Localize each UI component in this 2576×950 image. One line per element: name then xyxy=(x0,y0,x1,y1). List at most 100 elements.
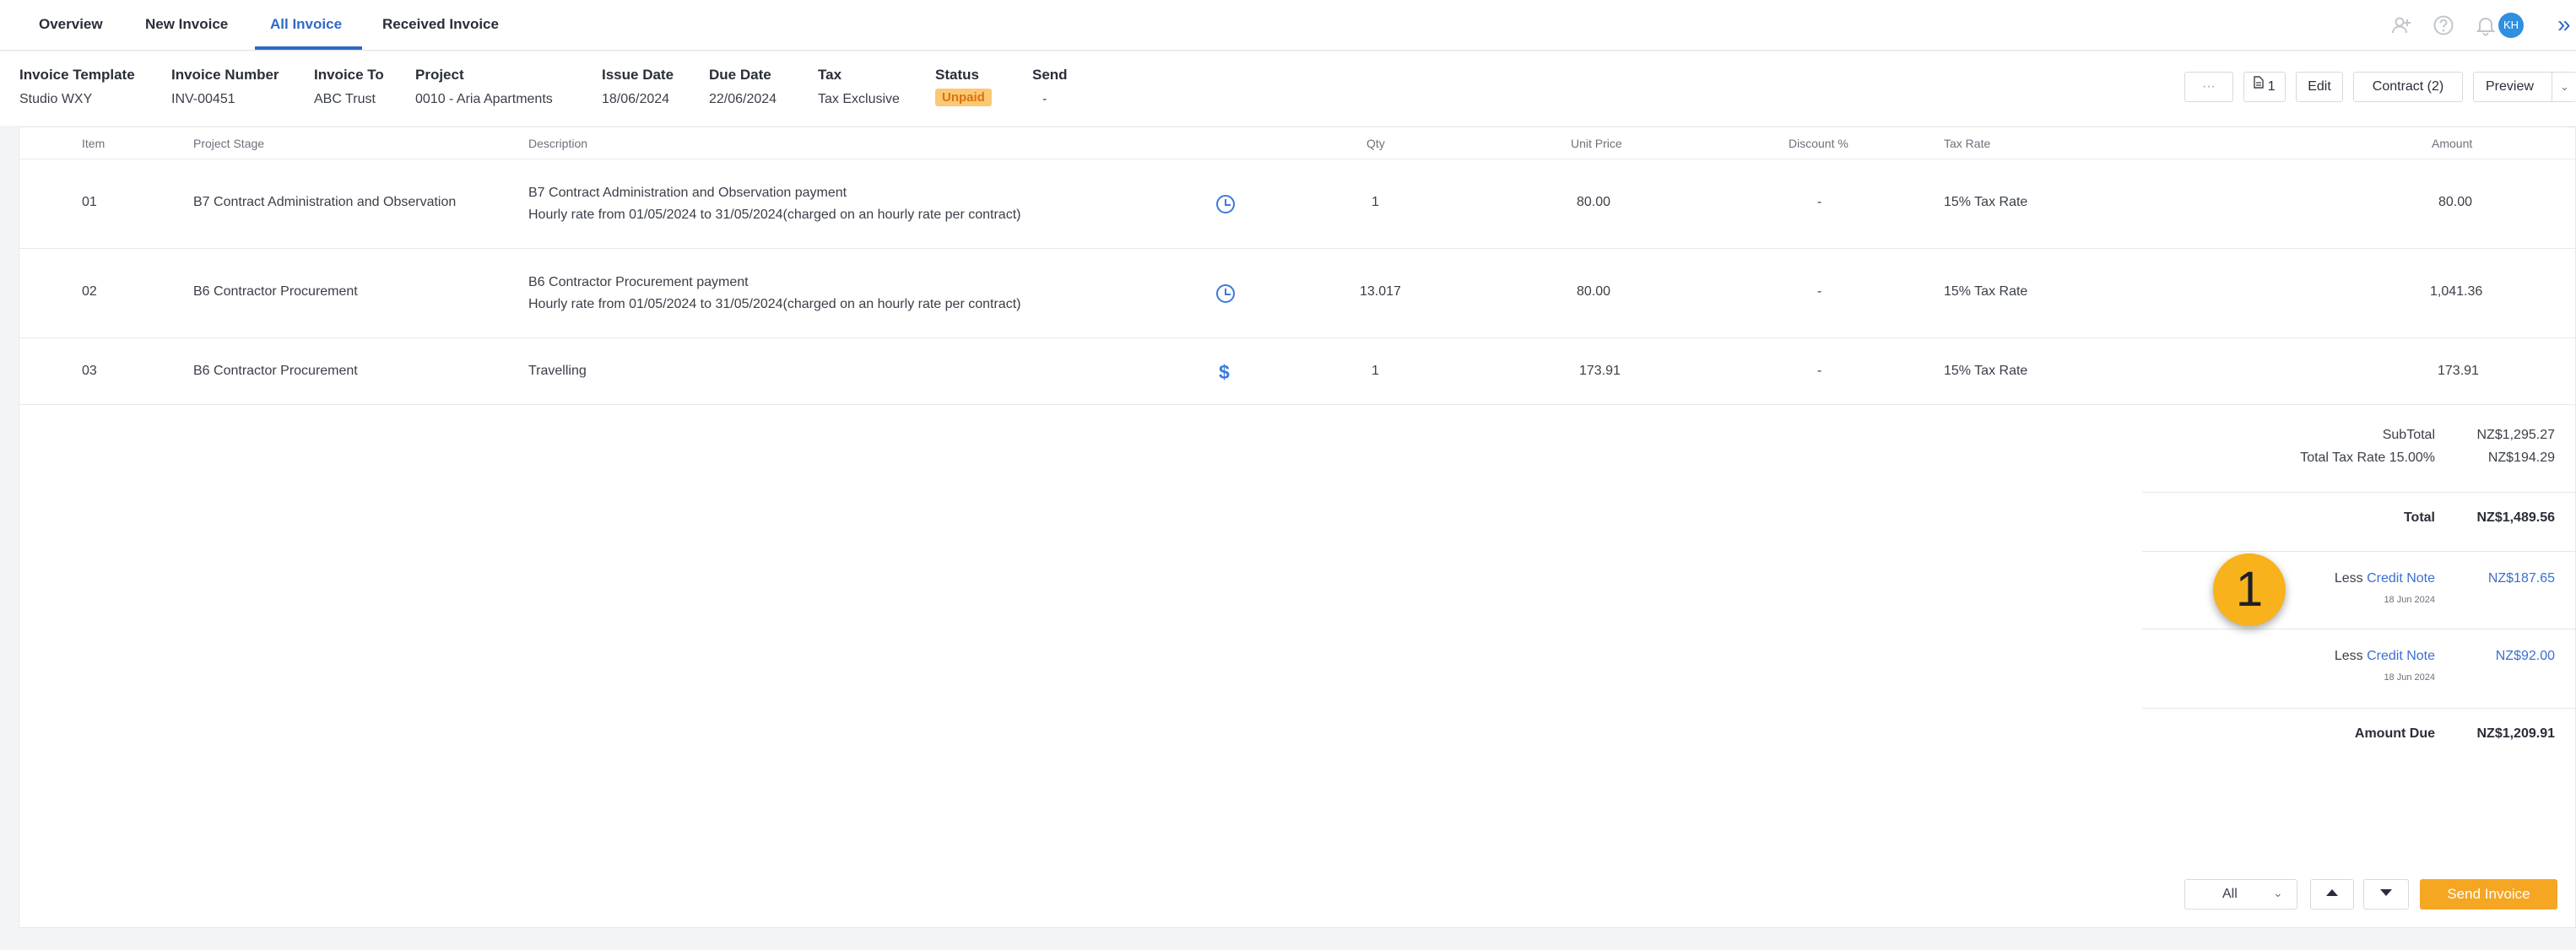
qty: 13.017 xyxy=(1360,284,1401,299)
filter-value: All xyxy=(2222,887,2238,901)
add-user-icon[interactable] xyxy=(2390,14,2412,36)
amount-due-label: Amount Due xyxy=(2354,726,2435,741)
credit-note-link[interactable]: Credit Note xyxy=(2367,649,2435,663)
field-value: ABC Trust xyxy=(314,92,376,106)
contract-button[interactable]: Contract (2) xyxy=(2353,72,2463,102)
field-label: Tax xyxy=(818,67,842,83)
credit-note-value[interactable]: NZ$92.00 xyxy=(2496,649,2555,664)
help-icon[interactable] xyxy=(2433,14,2454,36)
column-header: Tax Rate xyxy=(1944,137,1991,150)
edit-button[interactable]: Edit xyxy=(2296,72,2343,102)
item-number: 03 xyxy=(82,364,97,378)
active-tab-indicator xyxy=(255,46,362,50)
divider xyxy=(2142,708,2576,709)
bell-icon[interactable] xyxy=(2475,14,2497,36)
field-tax: Tax Tax Exclusive xyxy=(818,67,900,107)
clock-icon[interactable] xyxy=(1216,195,1235,213)
field-value: 0010 - Aria Apartments xyxy=(415,92,553,106)
status-badge: Unpaid xyxy=(935,89,992,106)
description-line: Hourly rate from 01/05/2024 to 31/05/202… xyxy=(528,297,1021,311)
description-line: B6 Contractor Procurement payment xyxy=(528,275,749,289)
field-label: Issue Date xyxy=(602,67,674,83)
description: B7 Contract Administration and Observati… xyxy=(528,182,1020,226)
caret-up-icon xyxy=(2326,889,2338,897)
chevron-down-icon-glyph: ⌄ xyxy=(2560,80,2569,93)
attachments-count: 1 xyxy=(2267,79,2276,94)
field-label: Project xyxy=(415,67,464,83)
field-label: Due Date xyxy=(709,67,771,83)
more-button[interactable]: ··· xyxy=(2184,72,2233,102)
credit-note-date: 18 Jun 2024 xyxy=(2384,595,2435,605)
dollar-icon[interactable]: $ xyxy=(1219,361,1230,383)
field-label: Send xyxy=(1032,67,1068,83)
column-header: Unit Price xyxy=(1571,137,1622,150)
description-line: B7 Contract Administration and Observati… xyxy=(528,186,847,200)
total-value: NZ$1,489.56 xyxy=(2476,510,2555,525)
project-stage: B6 Contractor Procurement xyxy=(193,364,358,378)
move-down-button[interactable] xyxy=(2363,879,2409,910)
field-send: Send - xyxy=(1032,67,1068,107)
tab-overview[interactable]: Overview xyxy=(39,0,103,51)
tax-rate: 15% Tax Rate xyxy=(1944,284,2028,299)
preview-button[interactable]: Preview ⌄ xyxy=(2473,72,2576,102)
avatar[interactable]: KH xyxy=(2498,13,2524,38)
field-due-date: Due Date 22/06/2024 xyxy=(709,67,777,107)
field-status: Status Unpaid xyxy=(935,67,992,106)
tab-new-invoice[interactable]: New Invoice xyxy=(145,0,228,51)
credit-prefix: Less xyxy=(2334,649,2363,663)
field-label: Invoice To xyxy=(314,67,384,83)
column-header: Qty xyxy=(1366,137,1385,150)
table-row[interactable]: 02 B6 Contractor Procurement B6 Contract… xyxy=(19,249,2576,338)
send-invoice-button[interactable]: Send Invoice xyxy=(2420,879,2557,910)
credit-note-line: Less Credit Note xyxy=(2335,571,2435,586)
project-stage: B6 Contractor Procurement xyxy=(193,284,358,299)
field-invoice-number: Invoice Number INV-00451 xyxy=(171,67,279,107)
top-nav: Overview New Invoice All Invoice Receive… xyxy=(0,0,2576,51)
qty: 1 xyxy=(1372,364,1379,378)
move-up-button[interactable] xyxy=(2310,879,2354,910)
field-label: Status xyxy=(935,67,979,83)
chevron-down-icon: ⌄ xyxy=(2273,886,2283,899)
preview-label: Preview xyxy=(2486,79,2534,94)
item-number: 01 xyxy=(82,195,97,209)
field-value: INV-00451 xyxy=(171,92,235,106)
column-header: Project Stage xyxy=(193,137,265,150)
attachments-button[interactable]: 1 xyxy=(2243,72,2286,102)
description: B6 Contractor Procurement payment Hourly… xyxy=(528,272,1020,316)
annotation-marker: 1 xyxy=(2213,553,2286,626)
discount: - xyxy=(1817,364,1822,378)
table-header: Item Project Stage Description Qty Unit … xyxy=(19,127,2576,159)
description-line: Hourly rate from 01/05/2024 to 31/05/202… xyxy=(528,208,1021,222)
column-header: Amount xyxy=(2432,137,2473,150)
subtotal-label: SubTotal xyxy=(2382,428,2435,442)
field-value: Studio WXY xyxy=(19,92,93,106)
tab-all-invoice[interactable]: All Invoice xyxy=(270,0,342,51)
document-icon xyxy=(2254,71,2265,100)
credit-note-date: 18 Jun 2024 xyxy=(2384,672,2435,683)
field-project: Project 0010 - Aria Apartments xyxy=(415,67,553,107)
filter-select[interactable]: All ⌄ xyxy=(2184,879,2297,910)
divider xyxy=(2142,492,2576,493)
field-value: 22/06/2024 xyxy=(709,92,777,106)
table-row[interactable]: 03 B6 Contractor Procurement Travelling … xyxy=(19,338,2576,405)
field-label: Invoice Number xyxy=(171,67,279,83)
table-row[interactable]: 01 B7 Contract Administration and Observ… xyxy=(19,159,2576,249)
discount: - xyxy=(1817,195,1822,209)
clock-icon[interactable] xyxy=(1216,284,1235,303)
invoice-info-bar: Invoice Template Studio WXY Invoice Numb… xyxy=(0,51,2576,126)
credit-note-value[interactable]: NZ$187.65 xyxy=(2488,571,2555,586)
tab-received-invoice[interactable]: Received Invoice xyxy=(382,0,499,51)
field-invoice-to: Invoice To ABC Trust xyxy=(314,67,384,107)
invoice-items-card: Item Project Stage Description Qty Unit … xyxy=(19,127,2576,928)
column-header: Description xyxy=(528,137,588,150)
tax-rate: 15% Tax Rate xyxy=(1944,364,2028,378)
expand-panel-icon[interactable]: » xyxy=(2557,10,2571,39)
total-label: Total xyxy=(2403,510,2435,525)
tax-label: Total Tax Rate 15.00% xyxy=(2300,451,2435,465)
credit-note-link[interactable]: Credit Note xyxy=(2367,571,2435,586)
field-value: 18/06/2024 xyxy=(602,92,670,106)
tax-value: NZ$194.29 xyxy=(2487,451,2555,465)
column-header: Discount % xyxy=(1789,137,1848,150)
amount: 173.91 xyxy=(2438,364,2479,378)
item-number: 02 xyxy=(82,284,97,299)
